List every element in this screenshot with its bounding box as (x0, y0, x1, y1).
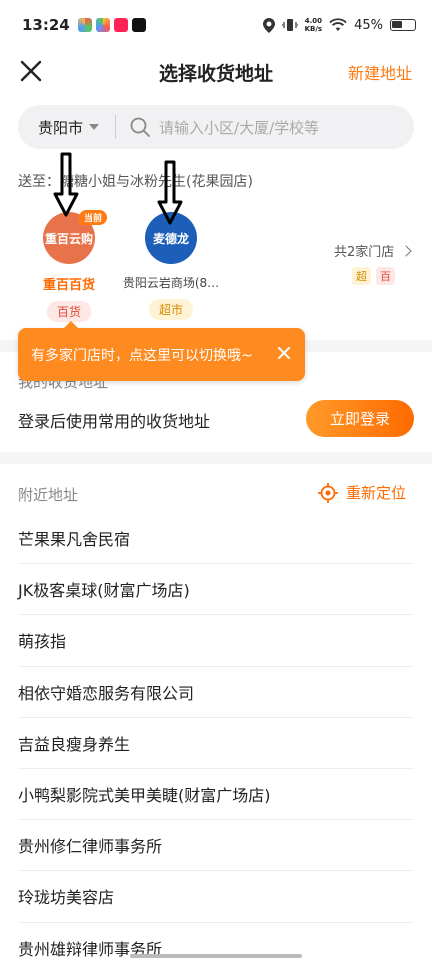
city-label: 贵阳市 (38, 118, 84, 137)
store-name: 重百百货 (42, 278, 95, 293)
header: 选择收货地址 新建地址 (0, 50, 432, 94)
app-notification-icon (77, 18, 92, 32)
nearby-address-list: 芒果果凡舍民宿 JK极客桌球(财富广场店) 萌孩指 相依守婚恋服务有限公司 吉益… (18, 513, 414, 964)
mini-tag: 超 (352, 267, 371, 285)
close-icon[interactable] (276, 345, 292, 361)
store-tag: 百货 (46, 301, 91, 322)
switch-store-tooltip: 有多家门店时，点这里可以切换哦~ (18, 321, 305, 381)
search-icon (130, 117, 150, 137)
chevron-right-icon (400, 244, 412, 257)
nearby-title: 附近地址 (18, 486, 79, 504)
divider (115, 115, 117, 139)
store-logo-text: 麦德龙 (152, 231, 189, 246)
down-arrow-annotation-icon (53, 152, 79, 217)
relocate-button[interactable]: 重新定位 (318, 482, 406, 503)
nearby-address-item[interactable]: 萌孩指 (18, 615, 414, 667)
net-speed-value: 4.00 (304, 17, 322, 25)
status-bar: 13:24 4.00 KB/s 45% (0, 0, 432, 50)
app-notification-icon (95, 18, 110, 32)
store-logo-text: 重百云购 (44, 231, 93, 246)
store-logo: 重百云购 当前 (43, 210, 107, 264)
nearby-address-item[interactable]: 芒果果凡舍民宿 (18, 513, 414, 565)
login-button[interactable]: 立即登录 (306, 400, 414, 437)
caret-down-icon (89, 124, 100, 130)
relocate-label: 重新定位 (346, 484, 407, 502)
notification-icons (77, 18, 146, 32)
nearby-address-item[interactable]: 贵州修仁律师事务所 (18, 820, 414, 872)
network-speed: 4.00 KB/s (305, 17, 322, 33)
battery-icon (390, 19, 416, 31)
store-card-current[interactable]: 重百云购 当前 重百百货 百货 (14, 210, 124, 322)
location-icon (262, 17, 275, 33)
new-address-button[interactable]: 新建地址 (348, 60, 412, 84)
store-card[interactable]: 麦德龙 贵阳云岩商场(8… 超市 (116, 212, 226, 320)
mini-tag: 百 (376, 267, 395, 285)
store-type-tags: 超 百 (352, 267, 395, 285)
search-input[interactable]: 请输入小区/大厦/学校等 (159, 117, 319, 138)
locate-icon (318, 482, 338, 503)
login-hint: 登录后使用常用的收货地址 (18, 412, 211, 431)
nearby-address-item[interactable]: 小鸭梨影院式美甲美睫(财富广场店) (18, 769, 414, 821)
nearby-address-item[interactable]: JK极客桌球(财富广场店) (18, 564, 414, 616)
down-arrow-annotation-icon (157, 160, 183, 225)
section-divider (0, 452, 432, 464)
nearby-address-item[interactable]: 吉益良瘦身养生 (18, 718, 414, 769)
tooltip-text: 有多家门店时，点这里可以切换哦~ (31, 347, 253, 364)
status-right: 4.00 KB/s 45% (262, 17, 416, 33)
tiktok-icon (131, 18, 146, 32)
store-count-label: 共2家门店 (334, 245, 395, 260)
status-time: 13:24 (22, 16, 70, 34)
store-tag: 超市 (148, 299, 193, 320)
search-bar: 贵阳市 请输入小区/大厦/学校等 (18, 105, 414, 149)
wifi-icon (329, 18, 347, 31)
vibrate-icon (281, 19, 298, 31)
nearby-address-item[interactable]: 相依守婚恋服务有限公司 (18, 667, 414, 718)
city-selector[interactable]: 贵阳市 (38, 117, 100, 138)
nearby-address-item[interactable]: 玲珑坊美容店 (18, 871, 414, 923)
store-count-link[interactable]: 共2家门店 (334, 241, 412, 260)
app-notification-icon (113, 18, 128, 32)
current-badge: 当前 (78, 210, 107, 225)
net-speed-unit: KB/s (304, 25, 323, 33)
store-name: 贵阳云岩商场(8… (122, 276, 220, 290)
home-indicator[interactable] (130, 954, 302, 958)
battery-percent: 45% (354, 17, 383, 33)
